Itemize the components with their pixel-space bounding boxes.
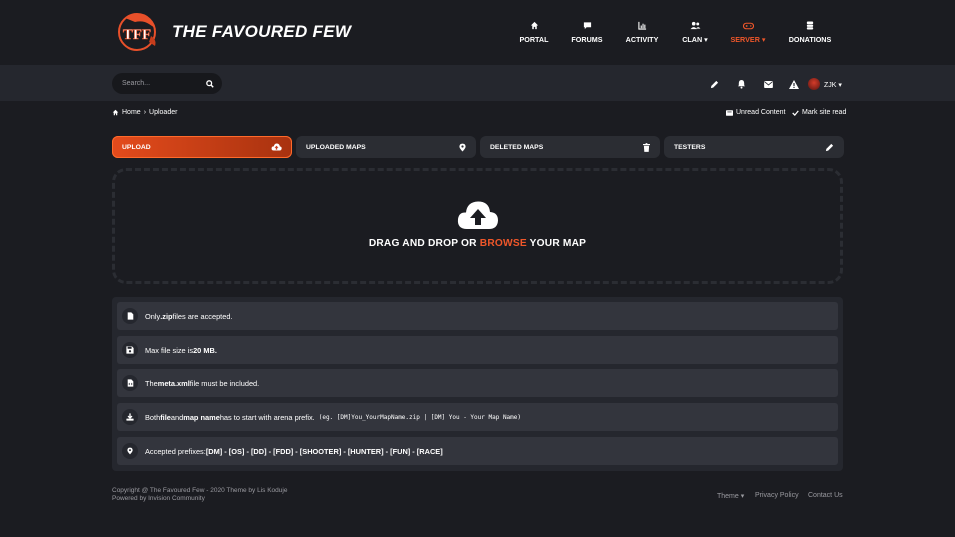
- rule-bold: map name: [183, 412, 220, 422]
- rule-bold: file: [160, 412, 171, 422]
- wrench-icon: [825, 143, 834, 151]
- users-icon: [665, 20, 725, 31]
- nav-donations[interactable]: DONATIONS: [780, 20, 840, 44]
- breadcrumb: Home › Uploader: [112, 109, 177, 116]
- rule-max-size: Max file size is 20 MB.: [117, 336, 838, 364]
- drop-text-after: YOUR MAP: [526, 238, 587, 249]
- cloud-upload-icon: [457, 200, 499, 230]
- home-icon: [112, 109, 119, 116]
- rule-bold: [DM] - [OS] - [DD] - [FDD] - [SHOOTER] -…: [205, 446, 443, 456]
- rule-meta-xml: The meta.xml file must be included.: [117, 369, 838, 397]
- nav-label: SERVER ▾: [730, 35, 766, 44]
- rule-bold: .zip: [160, 311, 173, 321]
- search-button[interactable]: [198, 73, 222, 94]
- donate-icon: [780, 20, 840, 31]
- unread-label: Unread Content: [736, 109, 786, 116]
- nav-clan[interactable]: CLAN ▾: [665, 20, 725, 44]
- rule-text: file must be included.: [189, 378, 260, 388]
- rule-text: Accepted prefixes:: [145, 446, 206, 456]
- tab-label: TESTERS: [674, 143, 706, 151]
- site-title[interactable]: THE FAVOURED FEW: [172, 22, 351, 42]
- chat-icon: [557, 20, 617, 31]
- nav-label: PORTAL: [519, 35, 549, 44]
- bell-icon[interactable]: [734, 78, 748, 90]
- tab-label: DELETED MAPS: [490, 143, 544, 151]
- browse-link[interactable]: BROWSE: [480, 238, 527, 249]
- mark-site-read-link[interactable]: Mark site read: [792, 109, 846, 116]
- map-pin-icon: [122, 443, 138, 459]
- nav-portal[interactable]: PORTAL: [504, 20, 564, 44]
- download-icon: [122, 409, 138, 425]
- nav-label: DONATIONS: [788, 35, 832, 44]
- nav-forums[interactable]: FORUMS: [557, 20, 617, 44]
- footer-privacy-link[interactable]: Privacy Policy: [755, 492, 799, 499]
- activity-chart-icon: [612, 20, 672, 31]
- rule-text: files are accepted.: [172, 311, 233, 321]
- envelope-icon[interactable]: [761, 78, 775, 90]
- footer-theme-selector[interactable]: Theme ▾: [717, 492, 744, 500]
- warning-icon[interactable]: [787, 78, 801, 90]
- svg-text:TFF: TFF: [123, 27, 151, 43]
- breadcrumb-current[interactable]: Uploader: [149, 109, 177, 116]
- pencil-icon[interactable]: [707, 78, 721, 90]
- drop-text-before: DRAG AND DROP OR: [368, 238, 480, 249]
- search-icon: [206, 79, 214, 88]
- nav-label: FORUMS: [571, 35, 603, 44]
- cloud-upload-icon: [271, 143, 282, 151]
- nav-server[interactable]: SERVER ▾: [718, 20, 778, 44]
- rule-name-prefix: Both file and map name has to start with…: [117, 403, 838, 431]
- nav-label: CLAN ▾: [682, 35, 708, 44]
- footer-copyright[interactable]: Copyright @ The Favoured Few - 2020 Them…: [112, 487, 287, 494]
- tab-upload[interactable]: UPLOAD: [112, 136, 292, 158]
- inbox-icon: [726, 109, 733, 116]
- floppy-disk-icon: [122, 342, 138, 358]
- breadcrumb-home[interactable]: Home: [122, 109, 141, 116]
- rule-bold: meta.xml: [157, 378, 190, 388]
- check-icon: [792, 109, 799, 116]
- rule-text: The: [145, 378, 158, 388]
- rule-zip-only: Only .zip files are accepted.: [117, 302, 838, 330]
- rule-bold: 20 MB.: [193, 345, 217, 355]
- search-placeholder: Search...: [122, 80, 151, 87]
- tab-uploaded-maps[interactable]: UPLOADED MAPS: [296, 136, 476, 158]
- rule-text: and: [170, 412, 184, 422]
- file-icon: [122, 308, 138, 324]
- tab-testers[interactable]: TESTERS: [664, 136, 844, 158]
- file-code-icon: [122, 375, 138, 391]
- tab-label: UPLOADED MAPS: [306, 143, 366, 151]
- mark-read-label: Mark site read: [802, 109, 847, 116]
- rule-accepted-prefixes: Accepted prefixes: [DM] - [OS] - [DD] - …: [117, 437, 838, 465]
- footer-contact-link[interactable]: Contact Us: [808, 492, 843, 499]
- trash-icon: [643, 142, 650, 152]
- gamepad-icon: [718, 20, 778, 31]
- dropzone-text: DRAG AND DROP OR BROWSE YOUR MAP: [112, 238, 843, 249]
- rule-text: has to start with arena prefix.: [219, 412, 315, 422]
- rule-text: Max file size is: [145, 345, 194, 355]
- breadcrumb-separator: ›: [143, 109, 147, 116]
- rule-text: Only: [145, 311, 161, 321]
- username-menu[interactable]: ZJK ▾: [824, 81, 842, 89]
- rule-text: Both: [145, 412, 161, 422]
- tab-label: UPLOAD: [122, 143, 151, 151]
- footer-powered-by[interactable]: Powered by Invision Community: [112, 495, 205, 502]
- nav-label: ACTIVITY: [625, 35, 659, 44]
- site-logo[interactable]: TFF: [115, 10, 161, 52]
- map-pin-icon: [459, 143, 466, 151]
- unread-content-link[interactable]: Unread Content: [726, 109, 785, 116]
- tab-deleted-maps[interactable]: DELETED MAPS: [480, 136, 660, 158]
- avatar[interactable]: [808, 78, 820, 90]
- nav-activity[interactable]: ACTIVITY: [612, 20, 672, 44]
- rule-example-code: (eg. [DM]You_YourMapName.zip | [DM] You …: [318, 413, 522, 421]
- home-icon: [504, 20, 564, 31]
